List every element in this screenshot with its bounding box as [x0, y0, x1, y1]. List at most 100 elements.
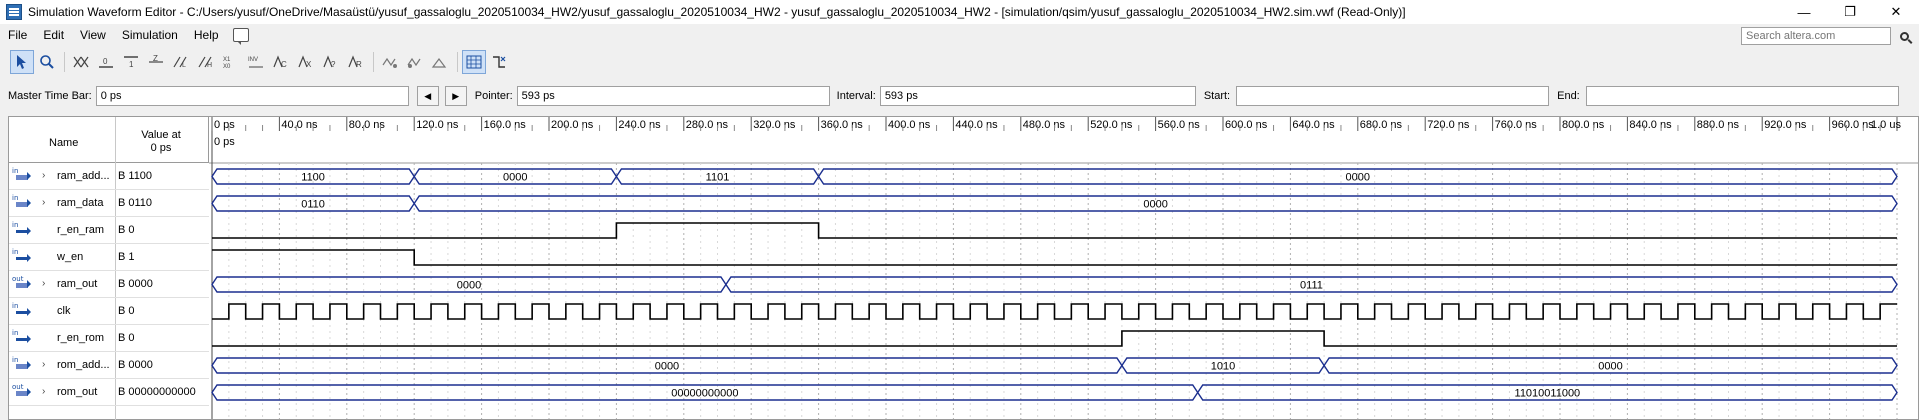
prev-transition-button[interactable]: ◀	[416, 86, 439, 106]
svg-text:X0: X0	[223, 64, 231, 69]
grid-snap-icon[interactable]	[462, 50, 486, 74]
clock-icon[interactable]: C	[269, 50, 293, 74]
interval-field[interactable]	[879, 86, 1196, 106]
signal-row-1[interactable]: in › ram_data B 0110	[9, 190, 209, 217]
timeline-tick-label: 360.0 ns	[821, 119, 864, 131]
signal-row-6[interactable]: in r_en_rom B 0	[9, 325, 209, 352]
svg-text:?: ?	[331, 60, 336, 69]
arbitrary-value-icon[interactable]: ?	[319, 50, 343, 74]
force-high-icon[interactable]: 1	[119, 50, 143, 74]
start-field[interactable]	[1236, 86, 1550, 106]
sim-report-icon[interactable]	[428, 50, 452, 74]
svg-text:R: R	[356, 60, 362, 69]
title-bar: Simulation Waveform Editor - C:/Users/yu…	[0, 0, 1919, 24]
menu-help[interactable]: Help	[186, 24, 227, 46]
input-pin-icon: in	[12, 330, 31, 346]
signal-row-0[interactable]: in › ram_add... B 1100	[9, 163, 209, 190]
svg-text:Z: Z	[153, 55, 158, 63]
value-column-header[interactable]: Value at 0 ps	[121, 129, 201, 155]
input-pin-icon: in	[12, 168, 31, 184]
window-title: Simulation Waveform Editor - C:/Users/yu…	[28, 5, 1406, 19]
timeline-tick-label: 0 ps	[214, 119, 235, 131]
search-input[interactable]	[1741, 27, 1891, 45]
svg-text:L: L	[182, 62, 186, 69]
chat-help-icon[interactable]	[232, 28, 249, 45]
signal-row-2[interactable]: in r_en_ram B 0	[9, 217, 209, 244]
time-bar: Master Time Bar: ◀ ▶ Pointer: Interval: …	[0, 84, 1919, 108]
timeline-tick-label: 600.0 ns	[1225, 119, 1268, 131]
timeline-tick-label: 80.0 ns	[349, 119, 386, 131]
timeline-tick-label: 320.0 ns	[753, 119, 796, 131]
signal-value: B 0	[118, 224, 135, 236]
signal-name: r_en_rom	[57, 332, 105, 344]
pin-direction-label: in	[12, 221, 19, 229]
force-hi-z-icon[interactable]: Z	[144, 50, 168, 74]
expand-chevron-icon[interactable]: ›	[42, 170, 45, 181]
timing-sim-icon[interactable]	[403, 50, 427, 74]
signal-value: B 00000000000	[118, 386, 196, 398]
menu-simulation[interactable]: Simulation	[114, 24, 186, 46]
pointer-field[interactable]	[516, 86, 830, 106]
menu-file[interactable]: File	[0, 24, 35, 46]
signal-name: w_en	[57, 251, 84, 263]
invert-icon[interactable]: INV	[244, 50, 268, 74]
bus-value-label: 0000	[503, 172, 527, 184]
signal-name: ram_add...	[57, 170, 110, 182]
signal-row-5[interactable]: in clk B 0	[9, 298, 209, 325]
expand-chevron-icon[interactable]: ›	[42, 278, 45, 289]
bus-value-label: 0000	[1598, 361, 1622, 373]
name-column-header[interactable]: Name	[49, 137, 78, 149]
waveform-area[interactable]: 0 ps 40.0 ns 80.0 ns 120.0 ns 160.0 ns 200.0 …	[209, 117, 1918, 419]
expand-chevron-icon[interactable]: ›	[42, 197, 45, 208]
pin-arrow-icon	[16, 254, 31, 262]
force-weak-low-icon[interactable]: L	[169, 50, 193, 74]
search-button[interactable]	[1895, 26, 1913, 46]
snap-transition-icon[interactable]	[487, 50, 511, 74]
signal-row-4[interactable]: out › ram_out B 0000	[9, 271, 209, 298]
end-field[interactable]	[1585, 86, 1899, 106]
zoom-tool-icon[interactable]	[35, 50, 59, 74]
next-transition-button[interactable]: ▶	[444, 86, 467, 106]
expand-chevron-icon[interactable]: ›	[42, 359, 45, 370]
bus-value-label: 11010011000	[1515, 388, 1581, 400]
select-tool-icon[interactable]	[10, 50, 34, 74]
toolbar: 0 1 Z L H X1 X0 INV C X ? R	[0, 48, 1919, 76]
svg-text:1: 1	[129, 60, 134, 69]
signal-name: ram_data	[57, 197, 104, 209]
svg-text:H: H	[207, 62, 212, 69]
timeline-tick-label: 560.0 ns	[1158, 119, 1201, 131]
menu-view[interactable]: View	[72, 24, 114, 46]
master-time-field[interactable]	[95, 86, 409, 106]
timeline-tick-label: 880.0 ns	[1697, 119, 1740, 131]
signal-row-8[interactable]: out › rom_out B 00000000000	[9, 379, 209, 406]
count-value-icon[interactable]: X1 X0	[219, 50, 243, 74]
signal-value: B 0	[118, 305, 135, 317]
timeline-tick-label: 520.0 ns	[1090, 119, 1133, 131]
timeline-tick-label: 680.0 ns	[1360, 119, 1403, 131]
functional-sim-icon[interactable]	[378, 50, 402, 74]
menu-edit[interactable]: Edit	[35, 24, 72, 46]
master-cursor-label: 0 ps	[214, 136, 235, 148]
maximize-button[interactable]: ❐	[1827, 0, 1873, 24]
force-low-icon[interactable]: 0	[94, 50, 118, 74]
signal-row-3[interactable]: in w_en B 1	[9, 244, 209, 271]
timeline-tick-label: 120.0 ns	[416, 119, 459, 131]
waveform-canvas[interactable]: 0 ps 40.0 ns 80.0 ns 120.0 ns 160.0 ns 200.0 …	[209, 117, 1918, 419]
random-value-icon[interactable]: X	[294, 50, 318, 74]
force-unknown-icon[interactable]	[69, 50, 93, 74]
svg-text:INV: INV	[248, 57, 258, 63]
value-header-line2: 0 ps	[150, 142, 172, 154]
signal-waveform	[212, 249, 1897, 266]
signal-value: B 1	[118, 251, 135, 263]
signal-name: rom_add...	[57, 359, 110, 371]
minimize-button[interactable]: —	[1781, 0, 1827, 24]
signal-row-7[interactable]: in › rom_add... B 0000	[9, 352, 209, 379]
value-header-line1: Value at	[141, 129, 181, 141]
timeline-tick-label: 160.0 ns	[484, 119, 527, 131]
close-button[interactable]: ✕	[1873, 0, 1919, 24]
timeline-tick-label: 440.0 ns	[955, 119, 998, 131]
force-weak-high-icon[interactable]: H	[194, 50, 218, 74]
expand-chevron-icon[interactable]: ›	[42, 386, 45, 397]
input-pin-icon: in	[12, 195, 31, 211]
overwrite-random-icon[interactable]: R	[344, 50, 368, 74]
